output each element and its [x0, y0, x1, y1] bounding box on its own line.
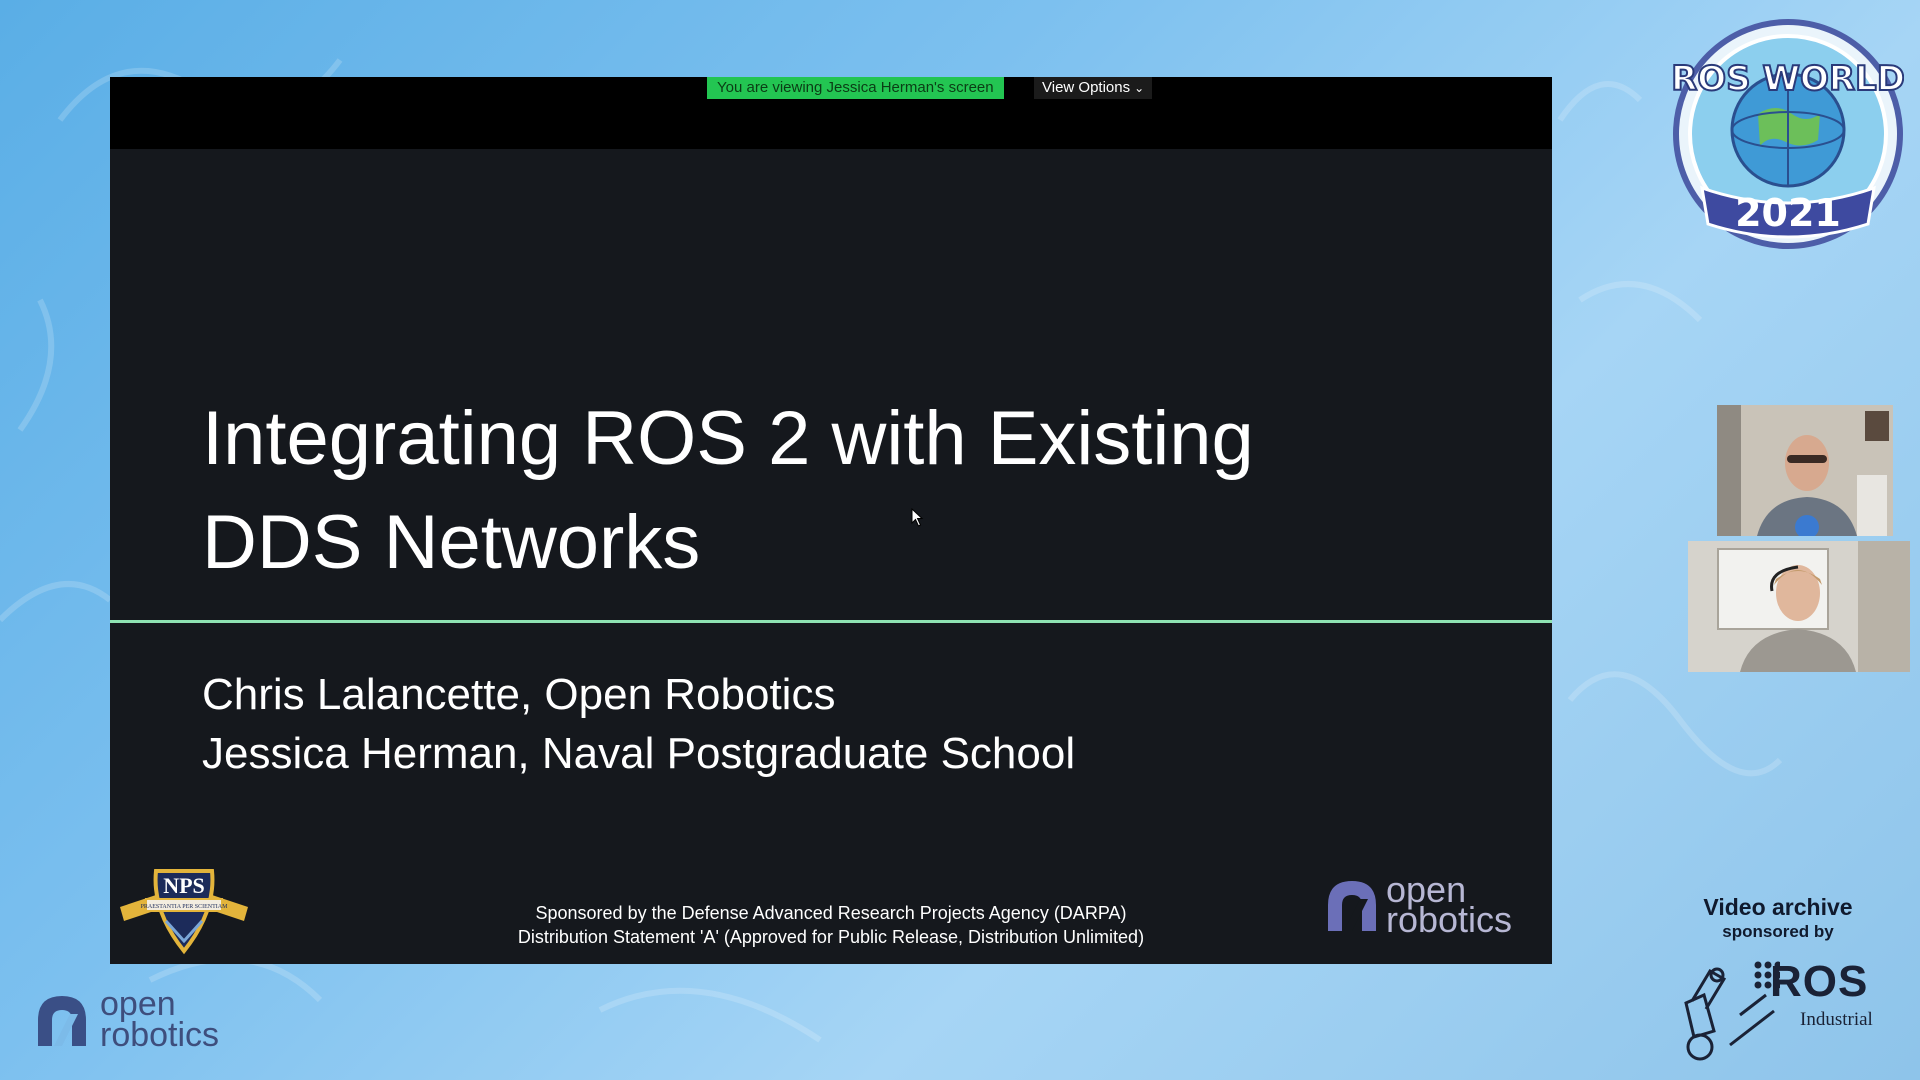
slide-title-line-2: DDS Networks: [202, 500, 701, 585]
participant-avatar: [1688, 541, 1910, 672]
chevron-down-icon: ⌄: [1134, 81, 1145, 95]
screen-share-banner: You are viewing Jessica Herman's screen: [707, 77, 1004, 99]
open-robotics-corner-logo: open robotics: [30, 985, 250, 1055]
mouse-cursor-icon: [911, 508, 924, 527]
svg-text:PRAESTANTIA PER SCIENTIAM: PRAESTANTIA PER SCIENTIAM: [141, 904, 229, 910]
participant-video-chris[interactable]: [1717, 405, 1893, 536]
view-options-label: View Options: [1042, 79, 1131, 96]
industrial-logo-word: Industrial: [1800, 1009, 1873, 1030]
author-line: Jessica Herman, Naval Postgraduate Schoo…: [202, 729, 1076, 778]
video-archive-sponsor: Video archive sponsored by: [1640, 893, 1916, 943]
badge-year: 2021: [1735, 191, 1841, 235]
archive-title: Video archive: [1703, 894, 1853, 920]
slide-title-line-1: Integrating ROS 2 with Existing: [202, 396, 1254, 481]
open-robotics-slide-logo: open robotics: [1322, 869, 1532, 941]
ros-industrial-logo: ROS Industrial: [1670, 955, 1890, 1065]
logo-word-robotics: robotics: [1386, 899, 1513, 940]
robot-arm-icon: [1684, 961, 1780, 1061]
ros-world-2021-badge: ROS WORLD 2021: [1672, 19, 1904, 249]
open-robotics-mark-icon: [38, 996, 86, 1046]
open-robotics-mark-icon: [1328, 881, 1376, 931]
view-options-button[interactable]: View Options ⌄: [1034, 77, 1153, 99]
slide-authors: Chris Lalancette, Open Robotics Jessica …: [202, 665, 1075, 783]
shared-screen: You are viewing Jessica Herman's screen …: [110, 77, 1552, 964]
nps-logo: NPS PRAESTANTIA PER SCIENTIAM: [120, 869, 248, 955]
svg-text:NPS: NPS: [163, 873, 205, 898]
author-line: Chris Lalancette, Open Robotics: [202, 670, 836, 719]
archive-subtitle: sponsored by: [1722, 922, 1834, 941]
participant-avatar: [1717, 405, 1893, 536]
ros-logo-word: ROS: [1770, 957, 1869, 1006]
slide-title: Integrating ROS 2 with Existing DDS Netw…: [202, 387, 1502, 595]
logo-word-robotics: robotics: [100, 1016, 220, 1054]
badge-title: ROS WORLD: [1672, 59, 1904, 99]
slide-divider: [110, 620, 1552, 623]
participant-video-jessica[interactable]: [1688, 541, 1910, 672]
